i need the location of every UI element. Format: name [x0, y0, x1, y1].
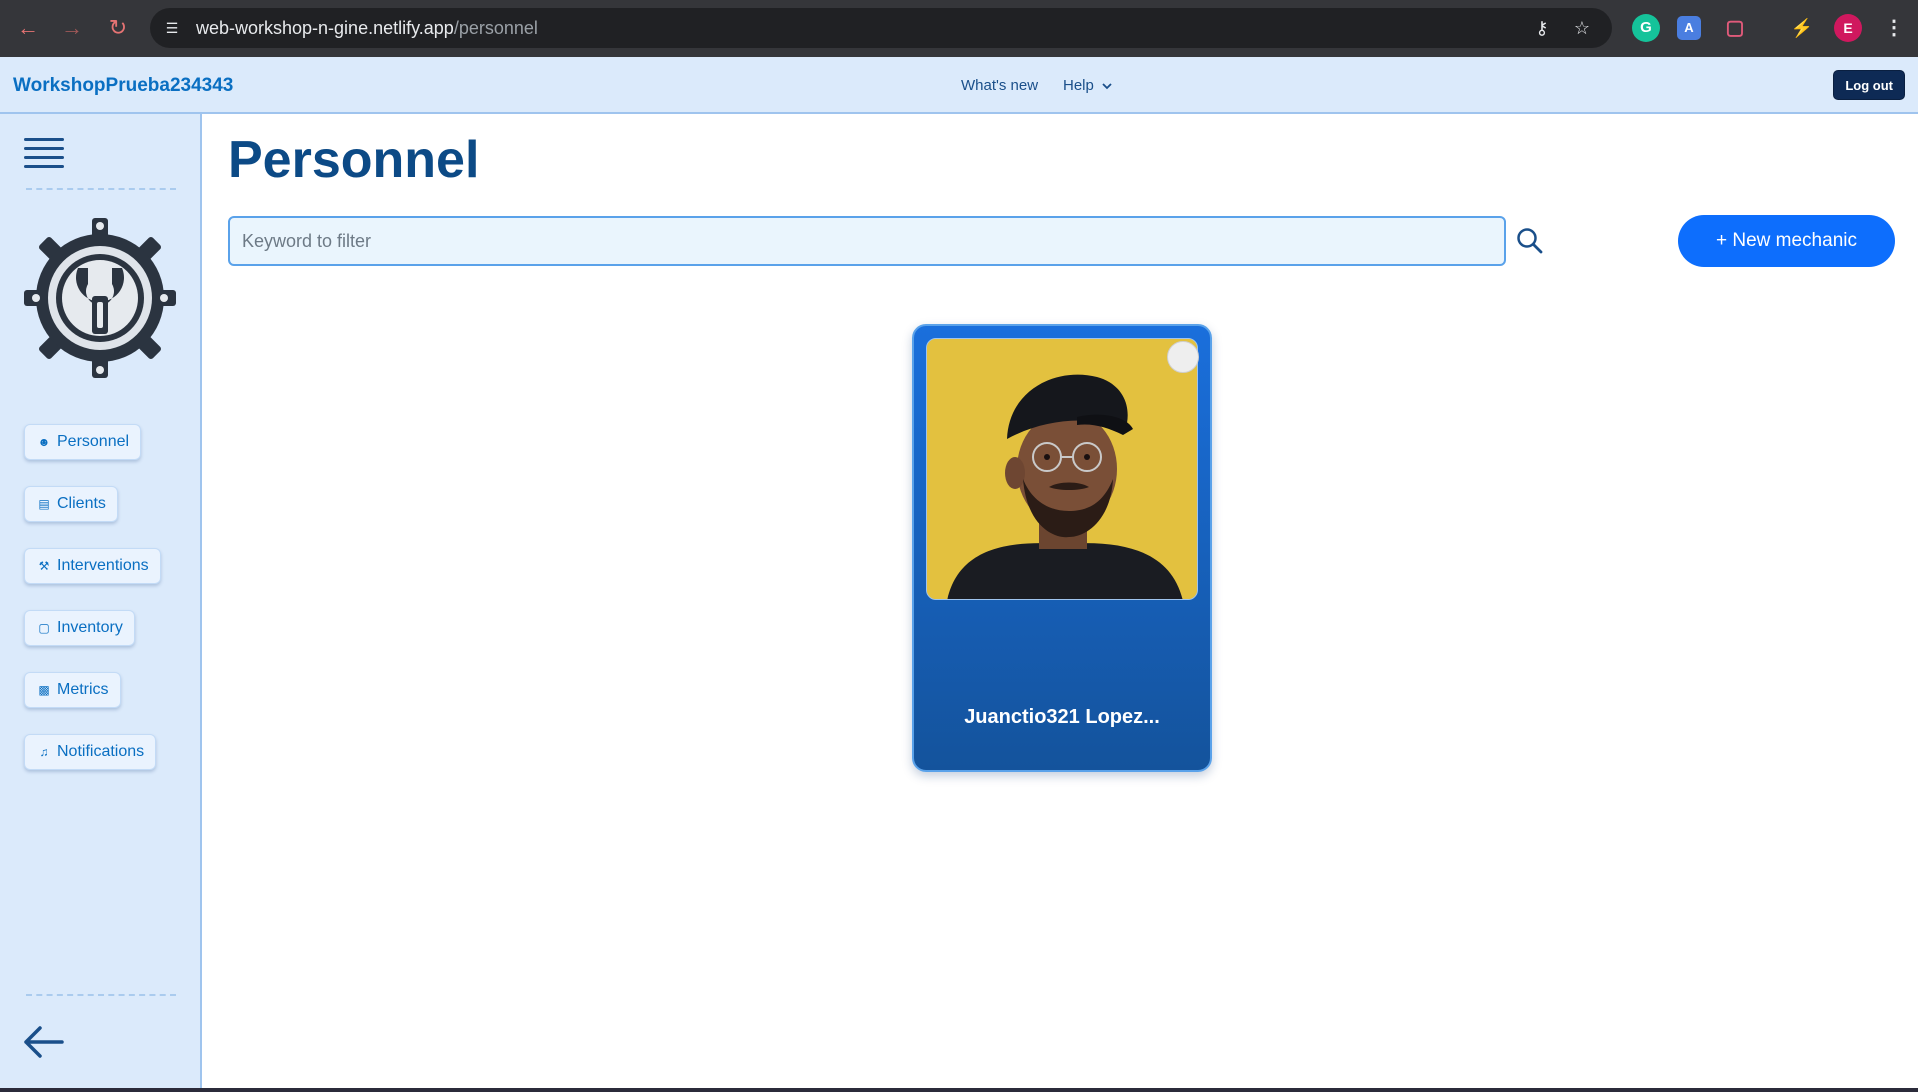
sidebar-item-label: Interventions: [57, 557, 149, 574]
help-menu[interactable]: Help: [1063, 77, 1112, 94]
users-icon: ☻: [37, 435, 51, 449]
menu-icon[interactable]: ⋮: [1880, 14, 1908, 42]
reload-icon[interactable]: ↻: [104, 14, 132, 42]
personnel-card[interactable]: Juanctio321 Lopez...: [912, 324, 1212, 772]
performance-icon[interactable]: ⚡: [1788, 14, 1816, 42]
browser-toolbar: ← → ↻ ☰ web-workshop-n-gine.netlify.app/…: [0, 0, 1918, 57]
whats-new-link[interactable]: What's new: [961, 77, 1038, 94]
sidebar-item-inventory[interactable]: ▢ Inventory: [24, 610, 135, 646]
back-arrow-icon[interactable]: [22, 1022, 66, 1062]
select-checkbox[interactable]: [1167, 341, 1199, 373]
divider: [26, 994, 176, 996]
sidebar-item-label: Clients: [57, 495, 106, 512]
mechanic-photo: [926, 338, 1198, 600]
grammarly-icon[interactable]: G: [1632, 14, 1660, 42]
forward-icon[interactable]: →: [58, 14, 86, 42]
sidebar-item-label: Notifications: [57, 743, 145, 760]
sidebar-item-notifications[interactable]: ♫ Notifications: [24, 734, 157, 770]
page-title: Personnel: [228, 131, 480, 189]
url-text[interactable]: web-workshop-n-gine.netlify.app/personne…: [196, 18, 538, 39]
sidebar-item-clients[interactable]: ▤ Clients: [24, 486, 118, 522]
bar-chart-icon: ▩: [38, 683, 50, 697]
window-bottom-edge: [0, 1088, 1918, 1092]
sidebar-item-label: Metrics: [57, 681, 109, 698]
hammer-icon: ⚒: [38, 559, 50, 573]
logout-button[interactable]: Log out: [1833, 70, 1905, 100]
brand-title[interactable]: WorkshopPrueba234343: [13, 75, 233, 97]
id-card-icon: ▤: [38, 497, 50, 511]
new-mechanic-button[interactable]: + New mechanic: [1678, 215, 1895, 267]
address-bar[interactable]: ☰ web-workshop-n-gine.netlify.app/person…: [150, 8, 1612, 48]
sidebar-item-label: Inventory: [57, 619, 123, 636]
help-label: Help: [1063, 77, 1094, 94]
profile-avatar[interactable]: E: [1834, 14, 1862, 42]
password-key-icon[interactable]: ⚷: [1530, 16, 1554, 40]
sidebar-item-label: Personnel: [57, 433, 130, 450]
back-icon[interactable]: ←: [14, 14, 42, 42]
box-icon: ▢: [38, 621, 50, 635]
site-info-icon[interactable]: ☰: [160, 16, 184, 40]
sidebar-item-interventions[interactable]: ⚒ Interventions: [24, 548, 161, 584]
extensions-icon[interactable]: ▢: [1721, 14, 1749, 42]
chevron-down-icon: [1102, 83, 1112, 90]
sidebar-item-personnel[interactable]: ☻ Personnel: [24, 424, 142, 460]
divider: [26, 188, 176, 190]
search-icon[interactable]: [1515, 226, 1545, 256]
bell-icon: ♫: [39, 745, 49, 759]
sidebar: ☻ Personnel ▤ Clients ⚒ Interventions ▢ …: [0, 114, 202, 1092]
sidebar-item-metrics[interactable]: ▩ Metrics: [24, 672, 121, 708]
hamburger-menu-icon[interactable]: [24, 136, 64, 168]
app-header: WorkshopPrueba234343 What's new Help Log…: [0, 57, 1918, 114]
bookmark-star-icon[interactable]: ☆: [1570, 16, 1594, 40]
mechanic-name: Juanctio321 Lopez...: [964, 706, 1160, 728]
filter-input[interactable]: [228, 216, 1506, 266]
translate-icon[interactable]: A: [1677, 16, 1701, 40]
gear-wrench-logo: [24, 218, 176, 378]
